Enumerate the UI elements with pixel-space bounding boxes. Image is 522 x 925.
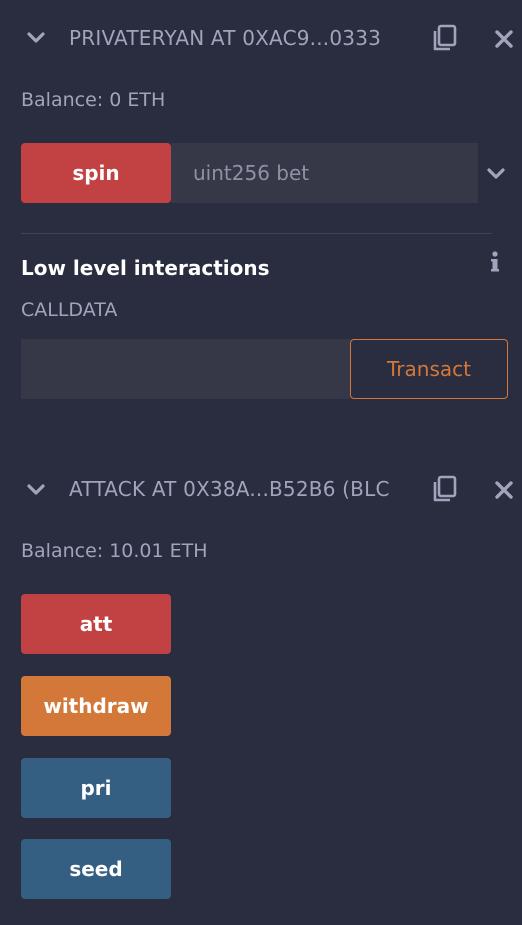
withdraw-button[interactable]: withdraw [21,676,171,736]
calldata-input[interactable] [21,339,350,399]
chevron-down-icon[interactable] [26,28,46,48]
contract-panel-privateryan: PRIVATERYAN AT 0XAC9...0333 Balance: 0 E… [0,0,522,399]
contract-title: PRIVATERYAN AT 0XAC9...0333 [69,26,382,50]
chevron-down-icon[interactable] [486,164,506,184]
close-icon[interactable] [494,29,514,49]
pri-button[interactable]: pri [21,758,171,818]
low-level-heading: Low level interactions [21,256,270,280]
divider [21,233,492,234]
balance-label: Balance: 0 ETH [21,89,166,111]
contract-header[interactable]: ATTACK AT 0X38A...B52B6 (BLC [0,455,522,531]
close-icon[interactable] [494,480,514,500]
calldata-label: CALLDATA [21,299,118,321]
chevron-down-icon[interactable] [26,480,46,500]
seed-button[interactable]: seed [21,839,171,899]
balance-label: Balance: 10.01 ETH [21,540,208,562]
spin-bet-input[interactable]: uint256 bet [171,143,478,203]
copy-icon[interactable] [430,474,460,504]
info-icon[interactable] [488,250,502,274]
copy-icon[interactable] [430,23,460,53]
contract-panel-attack: ATTACK AT 0X38A...B52B6 (BLC Balance: 10… [0,455,522,899]
contract-header[interactable]: PRIVATERYAN AT 0XAC9...0333 [0,0,522,76]
transact-button[interactable]: Transact [350,339,508,399]
att-button[interactable]: att [21,594,171,654]
spin-button[interactable]: spin [21,143,171,203]
contract-title: ATTACK AT 0X38A...B52B6 (BLC [69,477,390,501]
